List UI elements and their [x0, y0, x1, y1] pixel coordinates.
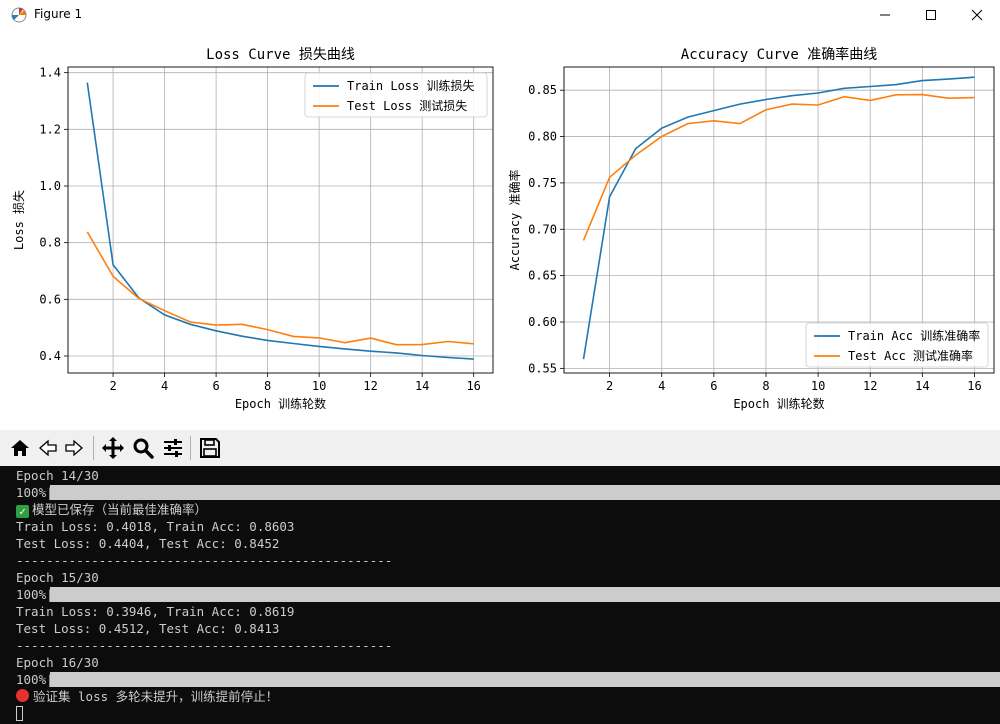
y-tick-label: 0.70	[528, 222, 557, 236]
x-tick-label: 14	[915, 379, 929, 393]
figure-svg[interactable]: 2 4 6 8 10 12 14 16 0.4 0.6 0.8 1.0 1.2 1.4 Loss Curve…	[5, 30, 1000, 430]
terminal-line: Epoch 16/30	[16, 655, 99, 670]
series-line	[86, 82, 474, 360]
y-tick-label: 0.65	[528, 269, 557, 283]
terminal-line: ----------------------------------------…	[16, 553, 393, 568]
y-tick-label: 0.55	[528, 361, 557, 375]
y-tick-label: 0.60	[528, 315, 557, 329]
back-icon	[39, 439, 57, 457]
legend-label: Test Loss 测试损失	[347, 98, 467, 113]
x-tick-label: 16	[466, 379, 480, 393]
close-button[interactable]	[954, 0, 1000, 30]
progress-bar: 100%|	[0, 586, 1000, 603]
x-tick-label: 6	[710, 379, 717, 393]
pan-icon	[102, 437, 124, 459]
legend-label: Test Acc 测试准确率	[848, 348, 973, 363]
y-tick-label: 0.80	[528, 130, 557, 144]
forward-button[interactable]	[61, 434, 87, 462]
close-icon	[971, 9, 983, 21]
terminal-output[interactable]: Epoch 14/30 100%| ✓ 模型已保存（当前最佳准确率） Train Los…	[0, 466, 1000, 724]
toolbar-separator	[93, 436, 94, 460]
progress-fill	[50, 485, 1000, 500]
y-tick-label: 1.4	[39, 66, 61, 80]
progress-bar: 100%|	[0, 671, 1000, 688]
x-tick-label: 2	[109, 379, 116, 393]
terminal-line: Train Loss: 0.4018, Train Acc: 0.8603	[16, 519, 295, 534]
x-tick-label: 14	[415, 379, 429, 393]
pan-button[interactable]	[100, 434, 126, 462]
y-tick-label: 0.8	[39, 236, 61, 250]
progress-fill	[50, 587, 1000, 602]
chart-title: Loss Curve 损失曲线	[206, 47, 355, 63]
y-tick-label: 1.2	[39, 122, 61, 136]
x-tick-label: 8	[264, 379, 271, 393]
terminal-line: Epoch 14/30	[16, 468, 99, 483]
back-button[interactable]	[35, 434, 61, 462]
forward-icon	[65, 439, 83, 457]
y-tick-label: 0.4	[39, 349, 61, 363]
y-tick-label: 1.0	[39, 179, 61, 193]
home-icon	[11, 440, 29, 456]
early-stop-message: 验证集 loss 多轮未提升，训练提前停止！	[16, 688, 278, 705]
check-mark-icon: ✓	[16, 505, 29, 518]
maximize-icon	[926, 10, 936, 20]
figure-canvas[interactable]: 2 4 6 8 10 12 14 16 0.4 0.6 0.8 1.0 1.2 1.4 Loss Curve…	[5, 30, 1000, 430]
toolbar-separator	[190, 436, 191, 460]
matplotlib-app-icon	[11, 7, 27, 23]
x-tick-label: 2	[606, 379, 613, 393]
save-button[interactable]	[197, 434, 223, 462]
series-line	[582, 76, 975, 360]
y-tick-label: 0.85	[528, 83, 557, 97]
x-tick-label: 16	[967, 379, 981, 393]
x-tick-label: 4	[161, 379, 168, 393]
x-axis-label: Epoch 训练轮数	[235, 396, 326, 411]
chart-title: Accuracy Curve 准确率曲线	[681, 46, 877, 63]
x-tick-label: 4	[658, 379, 665, 393]
window-titlebar: Figure 1	[0, 0, 1000, 30]
series-line	[86, 231, 474, 346]
progress-bar: 100%|	[0, 484, 1000, 501]
minimize-icon	[880, 14, 890, 16]
maximize-button[interactable]	[908, 0, 954, 30]
zoom-icon	[133, 438, 154, 459]
progress-percent: 100%|	[16, 672, 54, 687]
save-icon	[200, 438, 220, 458]
configure-subplots-icon	[164, 439, 182, 457]
terminal-line: Train Loss: 0.3946, Train Acc: 0.8619	[16, 604, 295, 619]
x-tick-label: 8	[762, 379, 769, 393]
series-line	[582, 93, 975, 241]
terminal-cursor	[16, 706, 23, 721]
x-tick-label: 12	[863, 379, 877, 393]
terminal-line: ----------------------------------------…	[16, 638, 393, 653]
x-tick-label: 10	[811, 379, 825, 393]
terminal-line: Test Loss: 0.4404, Test Acc: 0.8452	[16, 536, 280, 551]
x-axis-label: Epoch 训练轮数	[733, 396, 824, 411]
progress-percent: 100%|	[16, 485, 54, 500]
home-button[interactable]	[7, 434, 33, 462]
terminal-line: Epoch 15/30	[16, 570, 99, 585]
x-tick-label: 10	[312, 379, 326, 393]
x-tick-label: 6	[212, 379, 219, 393]
progress-fill	[50, 672, 1000, 687]
minimize-button[interactable]	[862, 0, 908, 30]
y-tick-label: 0.6	[39, 292, 61, 306]
red-circle-icon	[16, 689, 29, 702]
y-axis-label: Accuracy 准确率	[507, 169, 522, 270]
x-tick-label: 12	[363, 379, 377, 393]
navigation-toolbar	[0, 430, 1000, 466]
configure-subplots-button[interactable]	[160, 434, 186, 462]
legend-label: Train Loss 训练损失	[347, 78, 474, 93]
y-tick-label: 0.75	[528, 176, 557, 190]
window-title: Figure 1	[34, 7, 83, 21]
zoom-button[interactable]	[130, 434, 156, 462]
terminal-line: Test Loss: 0.4512, Test Acc: 0.8413	[16, 621, 280, 636]
progress-percent: 100%|	[16, 587, 54, 602]
y-axis-label: Loss 损失	[11, 190, 26, 250]
saved-message: ✓ 模型已保存（当前最佳准确率）	[16, 501, 207, 518]
legend-label: Train Acc 训练准确率	[848, 328, 980, 343]
